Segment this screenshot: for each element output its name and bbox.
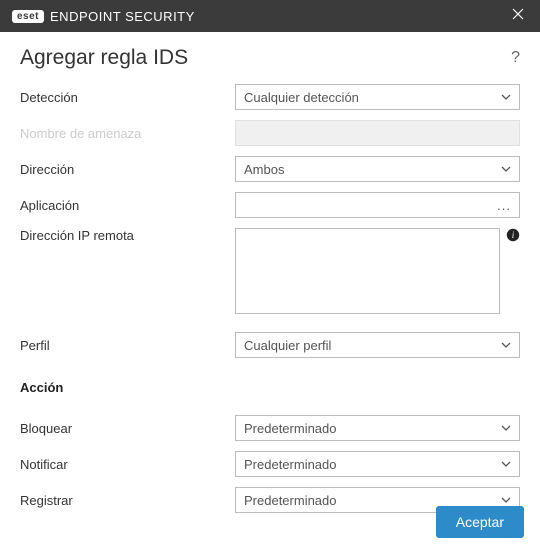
select-notify-value: Predeterminado: [244, 457, 337, 472]
label-threat-name: Nombre de amenaza: [20, 126, 235, 141]
help-icon[interactable]: ?: [511, 49, 520, 67]
chevron-down-icon: [501, 162, 511, 177]
row-detection: Detección Cualquier detección: [20, 84, 520, 110]
row-application: Aplicación ...: [20, 192, 520, 218]
select-profile[interactable]: Cualquier perfil: [235, 332, 520, 358]
select-detection-value: Cualquier detección: [244, 90, 359, 105]
select-profile-value: Cualquier perfil: [244, 338, 331, 353]
footer: Aceptar: [0, 494, 540, 550]
input-threat-name: [235, 120, 520, 146]
chevron-down-icon: [501, 421, 511, 436]
label-block: Bloquear: [20, 421, 235, 436]
textarea-remote-ip[interactable]: [235, 228, 500, 314]
section-heading-action: Acción: [20, 380, 520, 395]
header-row: Agregar regla IDS ?: [20, 46, 520, 70]
row-notify: Notificar Predeterminado: [20, 451, 520, 477]
row-block: Bloquear Predeterminado: [20, 415, 520, 441]
brand-badge: eset: [12, 10, 44, 23]
row-threat-name: Nombre de amenaza: [20, 120, 520, 146]
chevron-down-icon: [501, 338, 511, 353]
close-icon[interactable]: [508, 7, 528, 25]
browse-icon: ...: [497, 198, 511, 213]
row-direction: Dirección Ambos: [20, 156, 520, 182]
row-remote-ip: Dirección IP remota i: [20, 228, 520, 314]
chevron-down-icon: [501, 90, 511, 105]
select-direction[interactable]: Ambos: [235, 156, 520, 182]
label-direction: Dirección: [20, 162, 235, 177]
page-title: Agregar regla IDS: [20, 46, 188, 70]
select-block-value: Predeterminado: [244, 421, 337, 436]
info-icon[interactable]: i: [506, 228, 520, 242]
brand-text: ENDPOINT SECURITY: [50, 9, 195, 24]
select-block[interactable]: Predeterminado: [235, 415, 520, 441]
label-application: Aplicación: [20, 198, 235, 213]
label-detection: Detección: [20, 90, 235, 105]
label-profile: Perfil: [20, 338, 235, 353]
accept-button[interactable]: Aceptar: [436, 506, 524, 538]
select-detection[interactable]: Cualquier detección: [235, 84, 520, 110]
input-application[interactable]: ...: [235, 192, 520, 218]
row-profile: Perfil Cualquier perfil: [20, 332, 520, 358]
select-notify[interactable]: Predeterminado: [235, 451, 520, 477]
label-notify: Notificar: [20, 457, 235, 472]
titlebar: eset ENDPOINT SECURITY: [0, 0, 540, 32]
content: Agregar regla IDS ? Detección Cualquier …: [0, 32, 540, 513]
select-direction-value: Ambos: [244, 162, 284, 177]
chevron-down-icon: [501, 457, 511, 472]
label-remote-ip: Dirección IP remota: [20, 228, 235, 243]
